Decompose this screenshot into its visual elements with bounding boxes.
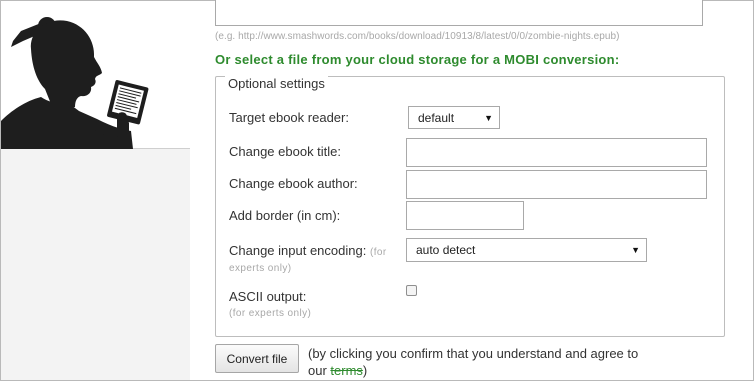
- url-input[interactable]: [215, 0, 703, 26]
- encoding-experts-note-cont: experts only): [229, 263, 292, 274]
- dropdown-arrow-icon: ▼: [484, 112, 493, 123]
- encoding-select[interactable]: auto detect ▼: [406, 238, 647, 262]
- encoding-selected: auto detect: [416, 243, 476, 257]
- target-reader-select[interactable]: default ▼: [408, 106, 500, 129]
- border-input[interactable]: [406, 201, 524, 230]
- ascii-experts-note: (for experts only): [229, 308, 312, 319]
- cloud-storage-heading: Or select a file from your cloud storage…: [215, 52, 620, 67]
- encoding-experts-note: (for: [369, 247, 387, 258]
- agreement-close: ): [362, 363, 368, 378]
- dropdown-arrow-icon: ▼: [631, 245, 640, 255]
- convert-file-button[interactable]: Convert file: [215, 344, 299, 373]
- optional-settings-legend: Optional settings: [225, 76, 328, 91]
- url-example-hint: (e.g. http://www.smashwords.com/books/do…: [215, 31, 620, 42]
- ascii-output-label: ASCII output:: [229, 289, 307, 304]
- target-reader-selected: default: [418, 110, 455, 125]
- ebook-author-input[interactable]: [406, 170, 707, 199]
- terms-link[interactable]: terms: [330, 363, 363, 378]
- ascii-output-checkbox[interactable]: [406, 285, 417, 296]
- target-reader-label: Target ebook reader:: [229, 110, 349, 125]
- terms-agreement-text: (by clicking you confirm that you unders…: [308, 345, 658, 379]
- border-label: Add border (in cm):: [229, 208, 341, 223]
- encoding-label-row: Change input encoding: (for: [229, 243, 387, 258]
- encoding-label: Change input encoding:: [229, 243, 367, 258]
- logo: [1, 1, 190, 149]
- ebook-title-input[interactable]: [406, 138, 707, 167]
- woman-reading-ebook-icon: [1, 17, 149, 149]
- ebook-title-label: Change ebook title:: [229, 144, 342, 159]
- ebook-author-label: Change ebook author:: [229, 176, 358, 191]
